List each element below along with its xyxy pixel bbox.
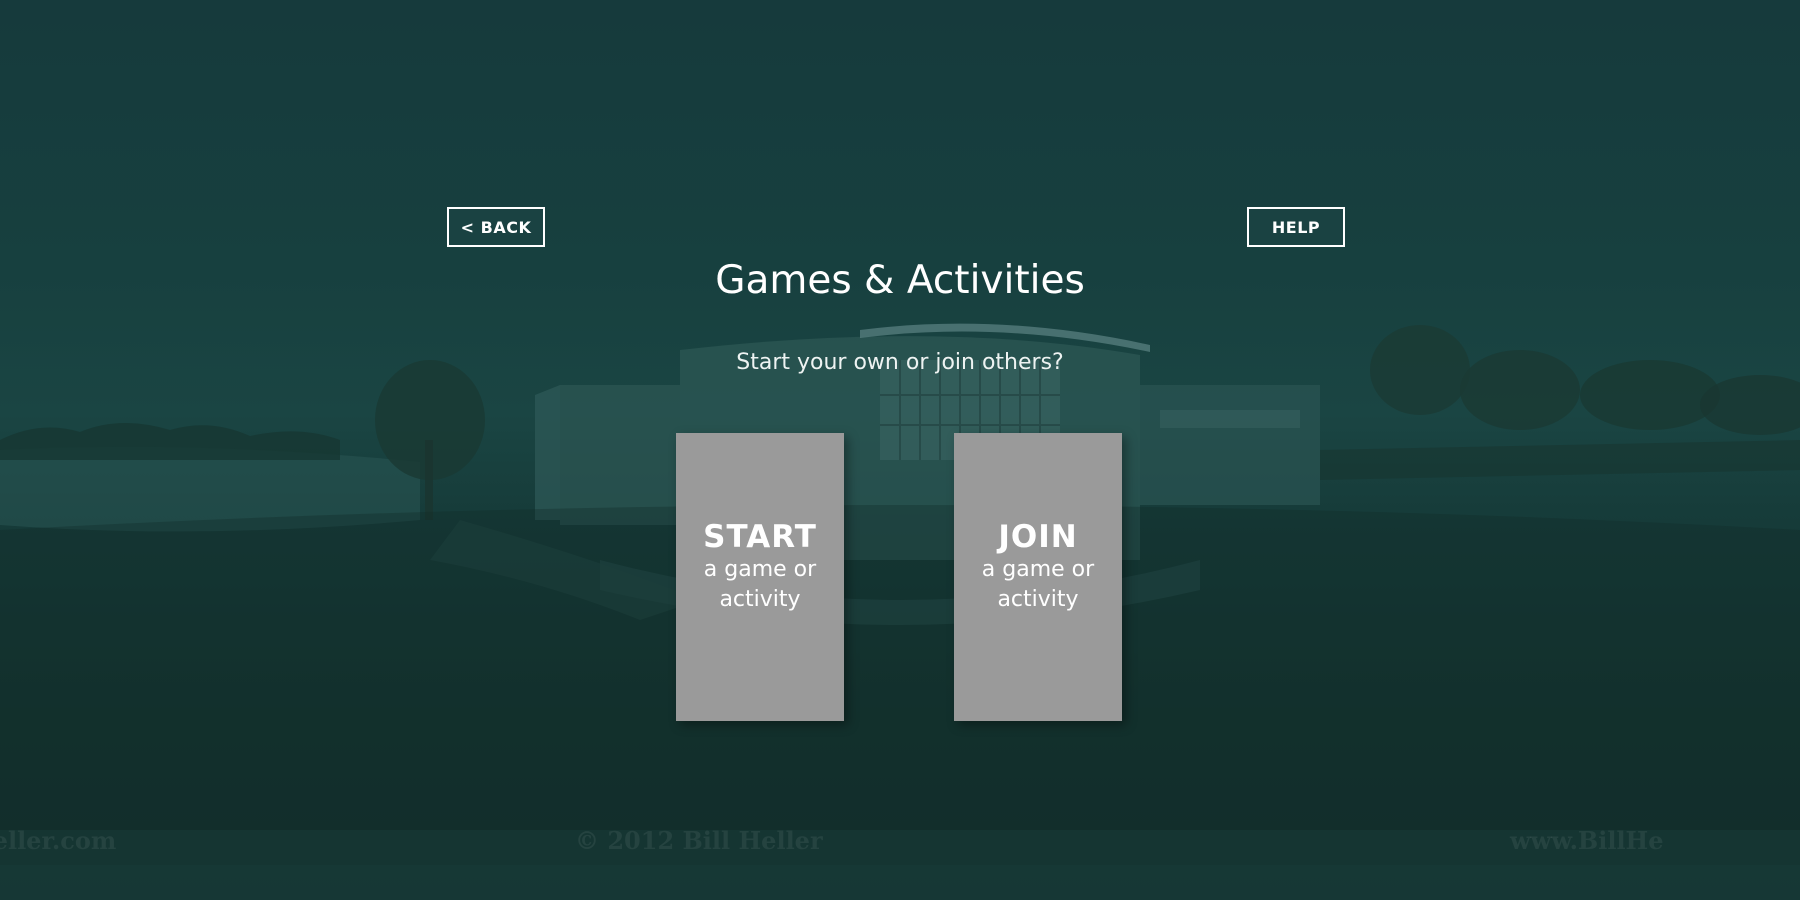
help-button[interactable]: HELP bbox=[1247, 207, 1345, 247]
join-tile-description: a game or activity bbox=[981, 557, 1095, 612]
page-title: Games & Activities bbox=[715, 258, 1085, 303]
back-button[interactable]: < BACK bbox=[447, 207, 545, 247]
page-subtitle: Start your own or join others? bbox=[736, 350, 1064, 375]
watermark-right: www.BillHe bbox=[1510, 826, 1664, 855]
background-panorama: Heller.com © 2012 Bill Heller www.BillHe bbox=[0, 0, 1800, 900]
start-tile-heading: START bbox=[703, 519, 817, 555]
start-activity-tile[interactable]: START a game or activity bbox=[676, 433, 844, 721]
watermark-center: © 2012 Bill Heller bbox=[575, 826, 823, 855]
join-activity-tile[interactable]: JOIN a game or activity bbox=[954, 433, 1122, 721]
join-tile-heading: JOIN bbox=[998, 519, 1078, 555]
campus-panorama-image bbox=[0, 323, 1800, 900]
start-tile-description: a game or activity bbox=[703, 557, 817, 612]
watermark-left: Heller.com bbox=[0, 826, 117, 855]
